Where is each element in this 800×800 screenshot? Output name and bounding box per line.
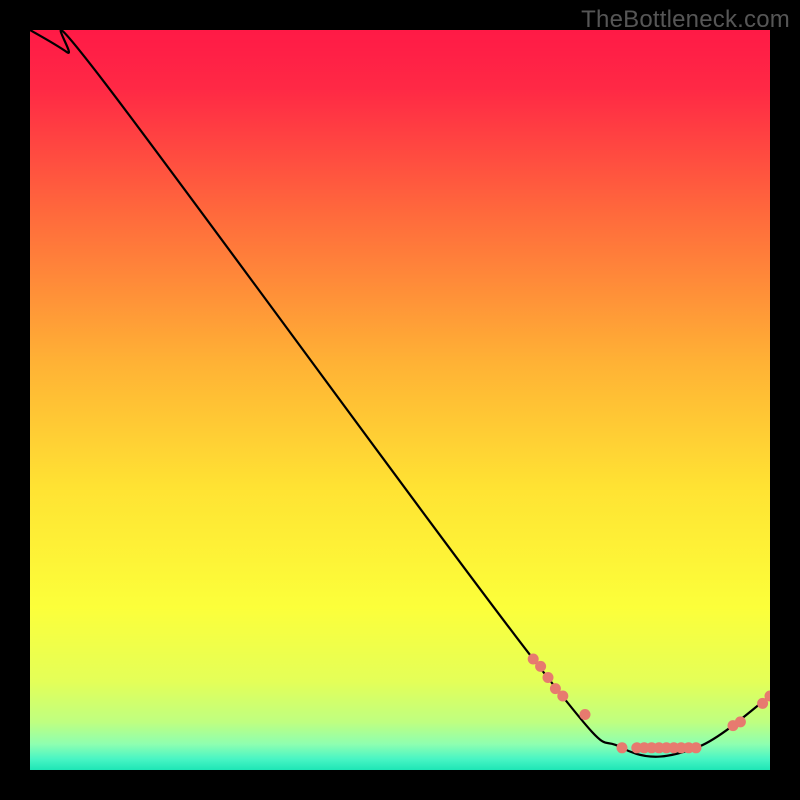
marker-point (617, 742, 628, 753)
marker-point (557, 691, 568, 702)
chart-frame: TheBottleneck.com (0, 0, 800, 800)
gradient-background (30, 30, 770, 770)
bottleneck-chart (30, 30, 770, 770)
marker-point (543, 672, 554, 683)
watermark-text: TheBottleneck.com (581, 6, 790, 34)
plot-area (30, 30, 770, 770)
marker-point (535, 661, 546, 672)
marker-point (580, 709, 591, 720)
marker-point (691, 742, 702, 753)
marker-point (735, 716, 746, 727)
